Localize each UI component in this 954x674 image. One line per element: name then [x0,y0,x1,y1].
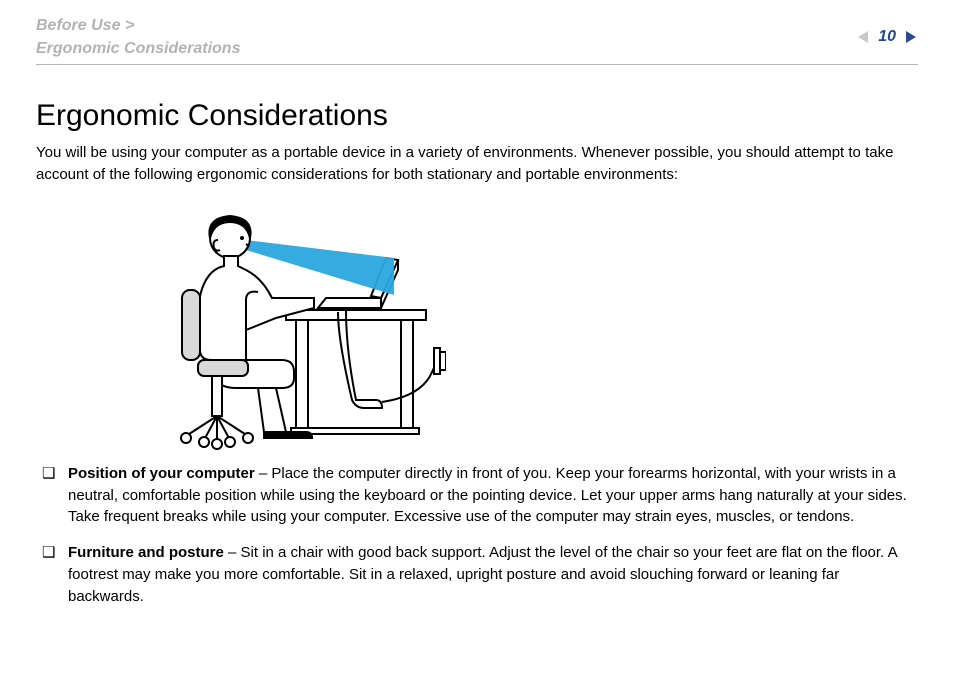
bullet-marker-icon: ❑ [36,542,68,564]
list-item-text: Position of your computer – Place the co… [68,463,918,528]
breadcrumb-section: Before Use [36,17,120,34]
page-number: 10 [876,28,898,46]
prev-page-icon[interactable] [856,29,872,45]
document-page: Before Use > Ergonomic Considerations 10… [0,0,954,674]
bullet-list: ❑ Position of your computer – Place the … [36,463,918,608]
page-title: Ergonomic Considerations [36,99,918,132]
list-item-text: Furniture and posture – Sit in a chair w… [68,542,918,607]
list-item: ❑ Position of your computer – Place the … [36,463,918,528]
ergonomics-illustration [146,200,918,455]
list-item: ❑ Furniture and posture – Sit in a chair… [36,542,918,607]
intro-paragraph: You will be using your computer as a por… [36,142,918,186]
bullet-marker-icon: ❑ [36,463,68,485]
list-item-lead: Position of your computer [68,465,255,482]
page-header: Before Use > Ergonomic Considerations 10 [36,14,918,65]
list-item-lead: Furniture and posture [68,544,224,561]
breadcrumb-separator: > [125,17,134,34]
next-page-icon[interactable] [902,29,918,45]
page-navigator: 10 [856,28,918,46]
breadcrumb: Before Use > Ergonomic Considerations [36,14,240,60]
breadcrumb-page: Ergonomic Considerations [36,40,240,57]
page-content: Ergonomic Considerations You will be usi… [36,65,918,607]
